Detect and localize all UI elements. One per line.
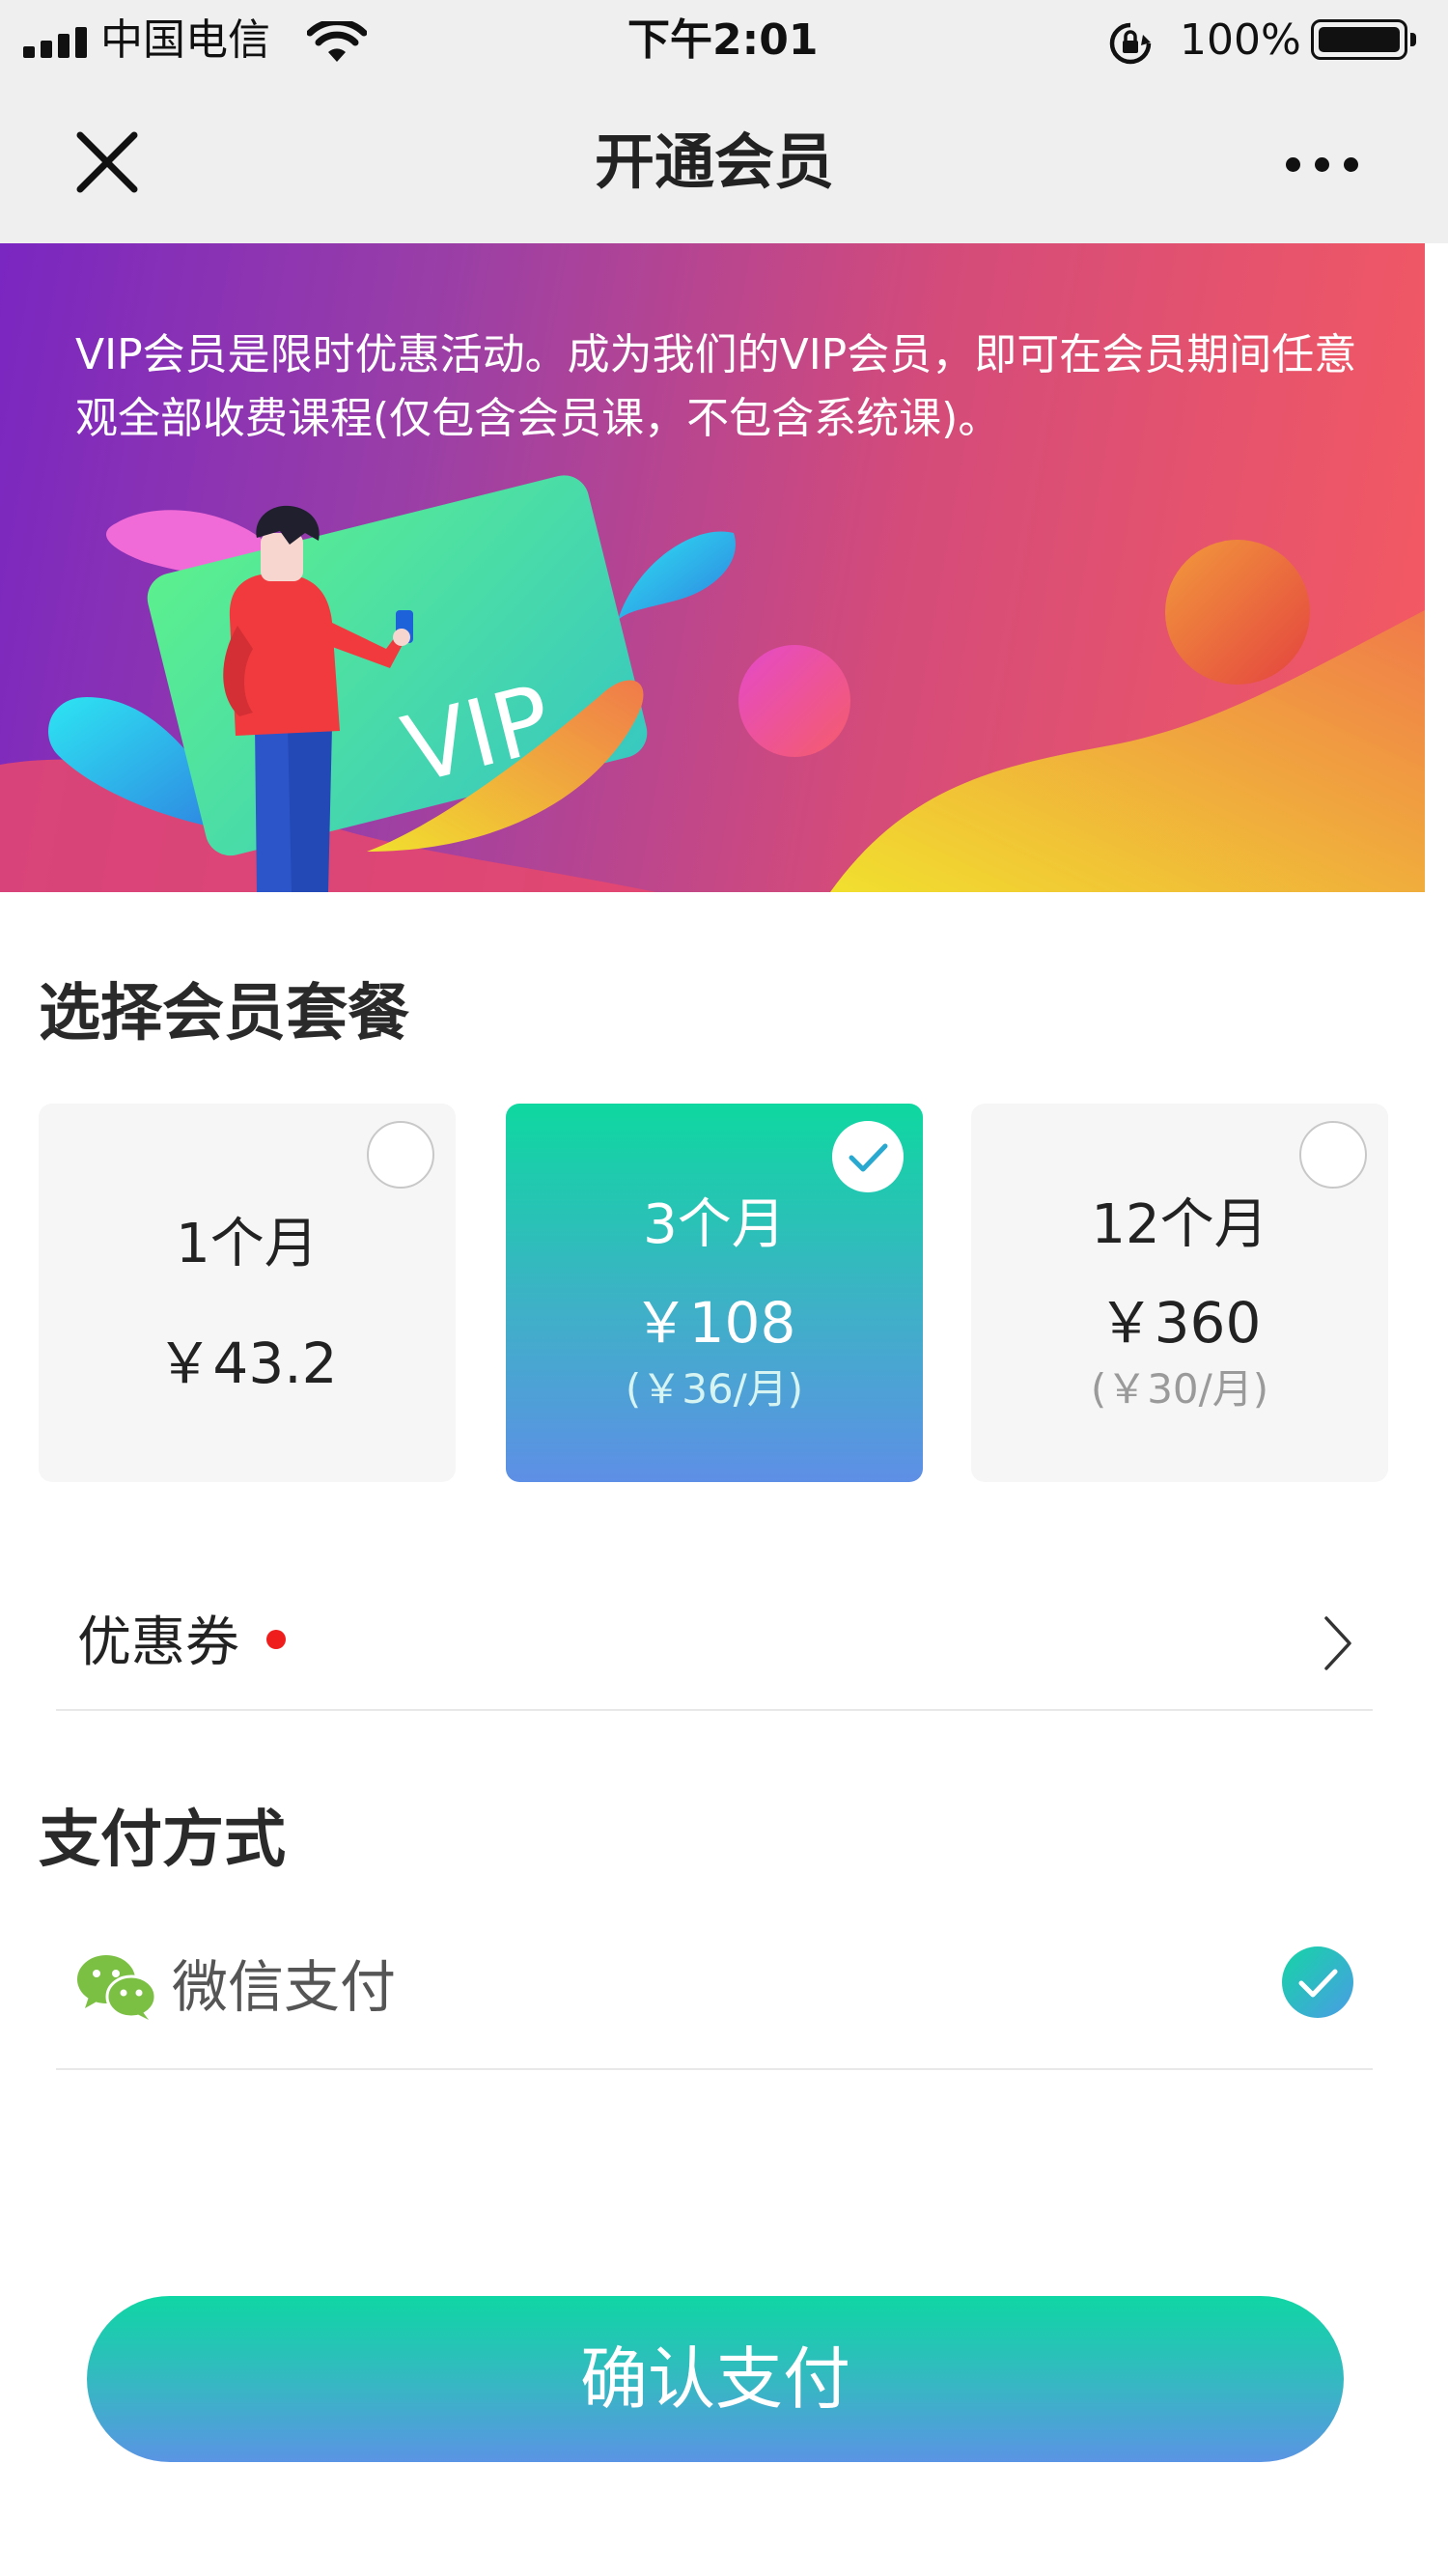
wifi-icon <box>307 21 367 62</box>
plan-monthly-price: (￥30/月) <box>1090 1365 1269 1413</box>
wechat-pay-label: 微信支付 <box>172 1954 397 2020</box>
wechat-icon <box>77 1955 156 2020</box>
rotation-lock-icon <box>1109 22 1152 65</box>
plan-duration: 3个月 <box>643 1193 786 1256</box>
plan-price: ￥360 <box>1098 1290 1262 1356</box>
plan-card-3-month[interactable]: 3个月 ￥108 (￥36/月) <box>506 1104 923 1482</box>
carrier-name: 中国电信 <box>100 15 270 65</box>
plan-radio[interactable] <box>367 1121 434 1189</box>
chevron-right-icon[interactable] <box>1319 1612 1357 1674</box>
confirm-payment-button[interactable]: 确认支付 <box>87 2296 1344 2462</box>
plan-section-title: 选择会员套餐 <box>39 978 409 1050</box>
plan-card-1-month[interactable]: 1个月 ￥43.2 <box>39 1104 456 1482</box>
coupon-row[interactable] <box>56 1583 1373 1711</box>
payment-selected-check-icon[interactable] <box>1282 1946 1353 2018</box>
notification-dot <box>266 1630 286 1649</box>
banner-description: VIP会员是限时优惠活动。成为我们的VIP会员，即可在会员期间任意观全部收费课程… <box>75 330 1357 443</box>
plan-card-12-month[interactable]: 12个月 ￥360 (￥30/月) <box>971 1104 1388 1482</box>
plan-monthly-price: (￥36/月) <box>625 1365 804 1413</box>
page-title: 开通会员 <box>594 126 834 197</box>
plan-price: ￥108 <box>632 1290 796 1356</box>
status-time: 下午2:01 <box>627 15 819 65</box>
plan-price: ￥43.2 <box>156 1330 338 1396</box>
plan-radio[interactable] <box>1299 1121 1367 1189</box>
plan-duration: 12个月 <box>1091 1193 1268 1256</box>
signal-icon <box>23 27 87 58</box>
payment-section-title: 支付方式 <box>39 1805 286 1876</box>
more-options-button[interactable] <box>1265 130 1380 198</box>
plan-duration: 1个月 <box>176 1213 319 1275</box>
coupon-label: 优惠券 <box>77 1611 239 1674</box>
battery-icon <box>1311 19 1416 60</box>
battery-percentage: 100% <box>1180 15 1301 65</box>
